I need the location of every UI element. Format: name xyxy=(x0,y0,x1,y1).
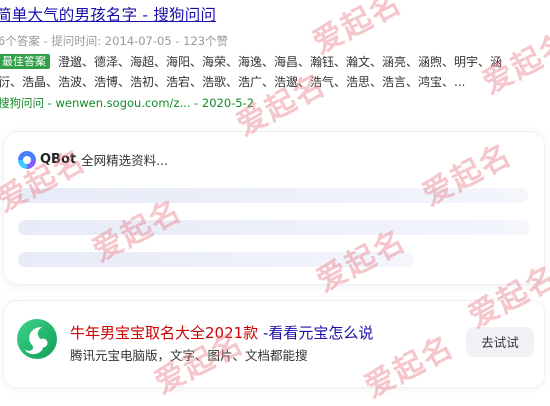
snippet-line: 最佳答案 澄邈、德泽、海超、海阳、海荣、海逸、海昌、瀚钰、瀚文、涵亮、涵煦、明宇、… xyxy=(0,52,550,72)
qbot-header: QBot 全网精选资料... xyxy=(18,150,168,169)
snippet-text-2: 衍、浩晶、浩波、浩博、浩初、浩宕、浩歌、浩广、浩邈、浩气、浩思、浩言、鸿宝、..… xyxy=(0,75,466,89)
source-url[interactable]: wenwen.sogou.com/z... xyxy=(55,96,190,110)
result-source: 搜狗问问 - wenwen.sogou.com/z... - 2020-5-2 xyxy=(0,95,254,111)
result-title-link[interactable]: 简单大气的男孩名字 - 搜狗问问 xyxy=(0,3,216,25)
loading-skeleton-line xyxy=(18,252,413,267)
promo-title-rest: -看看元宝怎么说 xyxy=(258,324,374,342)
yuanbao-promo-card: 牛年男宝宝取名大全2021款 -看看元宝怎么说 腾讯元宝电脑版，文字、图片、文档… xyxy=(4,301,544,387)
qbot-answer-card: QBot 全网精选资料... xyxy=(4,132,544,284)
best-answer-badge: 最佳答案 xyxy=(0,54,50,69)
qbot-logo-icon xyxy=(18,150,36,169)
loading-skeleton-line xyxy=(18,220,530,235)
result-snippet: 最佳答案 澄邈、德泽、海超、海阳、海荣、海逸、海昌、瀚钰、瀚文、涵亮、涵煦、明宇、… xyxy=(0,52,550,92)
promo-subtitle: 腾讯元宝电脑版，文字、图片、文档都能搜 xyxy=(70,348,308,363)
snippet-line: 衍、浩晶、浩波、浩博、浩初、浩宕、浩歌、浩广、浩邈、浩气、浩思、浩言、鸿宝、..… xyxy=(0,72,550,92)
yuanbao-logo-icon xyxy=(17,319,57,359)
source-site-link[interactable]: 搜狗问问 xyxy=(0,96,44,110)
qbot-loading-text: 全网精选资料... xyxy=(81,153,169,168)
promo-title-highlight: 牛年男宝宝取名大全2021款 xyxy=(70,324,259,342)
source-separator: - xyxy=(47,96,52,110)
source-date: 2020-5-2 xyxy=(201,96,255,110)
loading-skeleton-line xyxy=(18,188,528,203)
try-it-button[interactable]: 去试试 xyxy=(466,327,534,357)
qbot-name: QBot xyxy=(40,152,77,167)
promo-title-link[interactable]: 牛年男宝宝取名大全2021款 -看看元宝怎么说 xyxy=(70,322,373,343)
result-meta: 6个答案 - 提问时间: 2014-07-05 - 123个赞 xyxy=(0,34,229,48)
source-separator: - xyxy=(194,96,199,110)
snippet-text-1: 澄邈、德泽、海超、海阳、海荣、海逸、海昌、瀚钰、瀚文、涵亮、涵煦、明宇、涵 xyxy=(58,55,503,69)
